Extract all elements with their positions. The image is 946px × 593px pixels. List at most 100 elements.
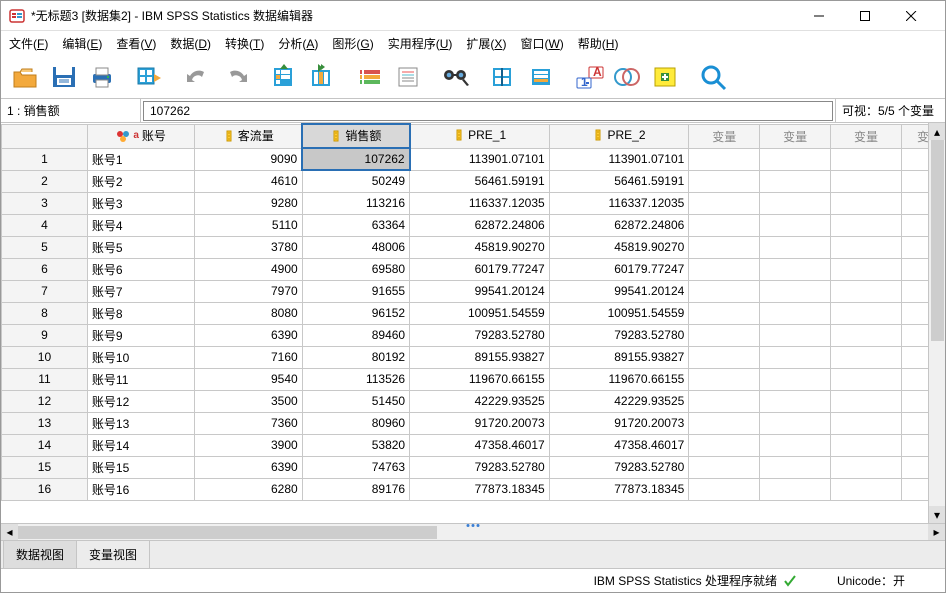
cell-empty[interactable] (831, 236, 902, 258)
maximize-button[interactable] (845, 1, 891, 31)
cell-empty[interactable] (760, 456, 831, 478)
cell-empty[interactable] (689, 368, 760, 390)
cell-empty[interactable] (831, 148, 902, 170)
cell-pre1[interactable]: 91720.20073 (410, 412, 550, 434)
corner-cell[interactable] (2, 124, 88, 148)
find-button[interactable] (439, 59, 473, 95)
cell-empty[interactable] (689, 478, 760, 500)
cell-pre1[interactable]: 45819.90270 (410, 236, 550, 258)
cell-account[interactable]: 账号8 (87, 302, 194, 324)
cell-empty[interactable] (689, 170, 760, 192)
horizontal-scrollbar[interactable]: ◂ ▸ (1, 523, 945, 540)
cell-account[interactable]: 账号3 (87, 192, 194, 214)
cell-account[interactable]: 账号5 (87, 236, 194, 258)
cell-sales[interactable]: 107262 (302, 148, 409, 170)
cell-flow[interactable]: 3780 (195, 236, 302, 258)
tab-data-view[interactable]: 数据视图 (3, 540, 77, 568)
cell-flow[interactable]: 6280 (195, 478, 302, 500)
menu-graphs[interactable]: 图形(G) (332, 35, 373, 52)
cell-sales[interactable]: 91655 (302, 280, 409, 302)
cell-flow[interactable]: 7970 (195, 280, 302, 302)
cell-pre1[interactable]: 42229.93525 (410, 390, 550, 412)
cell-empty[interactable] (689, 456, 760, 478)
col-flow[interactable]: 客流量 (195, 124, 302, 148)
cell-flow[interactable]: 4900 (195, 258, 302, 280)
row-header[interactable]: 12 (2, 390, 88, 412)
cell-empty[interactable] (689, 258, 760, 280)
row-header[interactable]: 15 (2, 456, 88, 478)
goto-variable-button[interactable] (305, 59, 339, 95)
scroll-left-icon[interactable]: ◂ (1, 524, 18, 541)
cell-sales[interactable]: 89460 (302, 324, 409, 346)
cell-empty[interactable] (760, 170, 831, 192)
cell-empty[interactable] (689, 280, 760, 302)
cell-pre1[interactable]: 100951.54559 (410, 302, 550, 324)
row-header[interactable]: 9 (2, 324, 88, 346)
cell-pre2[interactable]: 60179.77247 (549, 258, 689, 280)
cell-sales[interactable]: 63364 (302, 214, 409, 236)
col-empty-1[interactable]: 变量 (689, 124, 760, 148)
row-header[interactable]: 8 (2, 302, 88, 324)
cell-empty[interactable] (760, 192, 831, 214)
cell-empty[interactable] (689, 412, 760, 434)
cell-pre1[interactable]: 62872.24806 (410, 214, 550, 236)
cell-pre1[interactable]: 79283.52780 (410, 456, 550, 478)
cell-empty[interactable] (760, 214, 831, 236)
tab-variable-view[interactable]: 变量视图 (76, 540, 150, 568)
cell-account[interactable]: 账号1 (87, 148, 194, 170)
cell-sales[interactable]: 74763 (302, 456, 409, 478)
cell-sales[interactable]: 96152 (302, 302, 409, 324)
col-empty-3[interactable]: 变量 (831, 124, 902, 148)
cell-pre2[interactable]: 116337.12035 (549, 192, 689, 214)
cell-pre2[interactable]: 100951.54559 (549, 302, 689, 324)
row-header[interactable]: 14 (2, 434, 88, 456)
menu-file[interactable]: 文件(F) (9, 35, 48, 52)
cell-account[interactable]: 账号12 (87, 390, 194, 412)
row-header[interactable]: 4 (2, 214, 88, 236)
cell-empty[interactable] (831, 434, 902, 456)
cell-empty[interactable] (831, 214, 902, 236)
menu-edit[interactable]: 编辑(E) (62, 35, 102, 52)
redo-button[interactable] (219, 59, 253, 95)
cell-pre2[interactable]: 119670.66155 (549, 368, 689, 390)
menu-help[interactable]: 帮助(H) (578, 35, 619, 52)
cell-empty[interactable] (831, 192, 902, 214)
cell-empty[interactable] (760, 346, 831, 368)
col-empty-2[interactable]: 变量 (760, 124, 831, 148)
cell-empty[interactable] (689, 214, 760, 236)
cell-flow[interactable]: 3500 (195, 390, 302, 412)
cell-sales[interactable]: 48006 (302, 236, 409, 258)
variables-button[interactable] (353, 59, 387, 95)
cell-empty[interactable] (760, 302, 831, 324)
cell-account[interactable]: 账号15 (87, 456, 194, 478)
menu-analyze[interactable]: 分析(A) (278, 35, 318, 52)
cell-pre1[interactable]: 47358.46017 (410, 434, 550, 456)
row-header[interactable]: 1 (2, 148, 88, 170)
cell-account[interactable]: 账号4 (87, 214, 194, 236)
cell-pre1[interactable]: 77873.18345 (410, 478, 550, 500)
menu-view[interactable]: 查看(V) (116, 35, 156, 52)
cell-flow[interactable]: 4610 (195, 170, 302, 192)
row-header[interactable]: 5 (2, 236, 88, 258)
cell-sales[interactable]: 89176 (302, 478, 409, 500)
cell-account[interactable]: 账号13 (87, 412, 194, 434)
cell-sales[interactable]: 69580 (302, 258, 409, 280)
cell-empty[interactable] (831, 258, 902, 280)
scroll-down-icon[interactable]: ▾ (929, 506, 945, 523)
goto-case-button[interactable] (267, 59, 301, 95)
cell-flow[interactable]: 6390 (195, 456, 302, 478)
vertical-scrollbar[interactable]: ▴ ▾ (928, 123, 945, 523)
cell-pre2[interactable]: 42229.93525 (549, 390, 689, 412)
cell-pre1[interactable]: 89155.93827 (410, 346, 550, 368)
cell-empty[interactable] (760, 236, 831, 258)
menu-extensions[interactable]: 扩展(X) (466, 35, 506, 52)
cell-account[interactable]: 账号14 (87, 434, 194, 456)
weight-cases-button[interactable] (525, 59, 559, 95)
cell-sales[interactable]: 113526 (302, 368, 409, 390)
cell-flow[interactable]: 6390 (195, 324, 302, 346)
open-button[interactable] (9, 59, 43, 95)
cell-flow[interactable]: 7160 (195, 346, 302, 368)
cell-pre1[interactable]: 116337.12035 (410, 192, 550, 214)
cell-account[interactable]: 账号6 (87, 258, 194, 280)
cell-flow[interactable]: 9540 (195, 368, 302, 390)
